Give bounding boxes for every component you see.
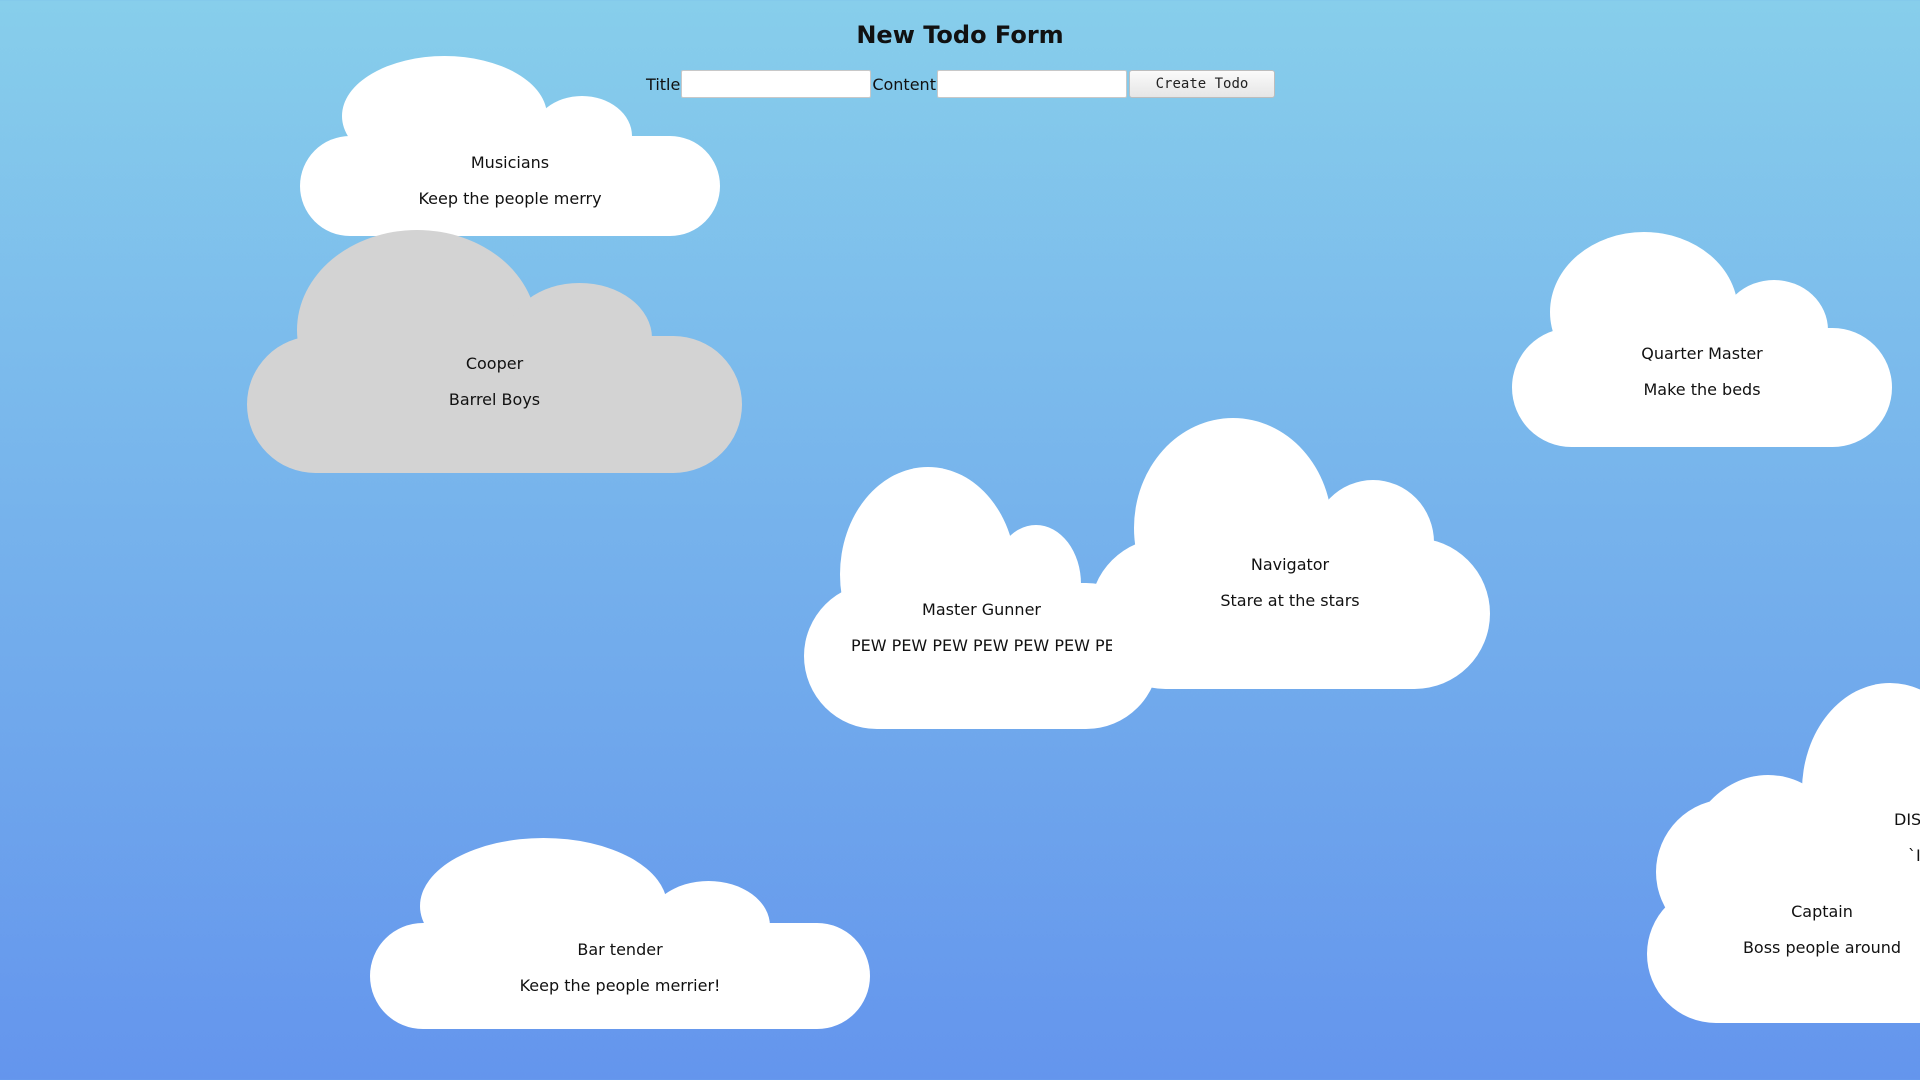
todo-cloud-quarter-master[interactable]: Quarter Master Make the beds: [1512, 232, 1892, 447]
todo-content: Make the beds: [1643, 380, 1761, 399]
content-input[interactable]: [936, 70, 1127, 98]
todo-content: PEW PEW PEW PEW PEW PEW PEW: [851, 636, 1112, 655]
todo-content: Keep the people merrier!: [519, 976, 721, 995]
todo-title: Captain: [1791, 902, 1853, 921]
todo-cloud-musicians[interactable]: Musicians Keep the people merry: [300, 56, 720, 236]
todo-cloud-captain[interactable]: Captain Boss people around: [1647, 775, 1920, 1023]
todo-cloud-cooper[interactable]: Cooper Barrel Boys: [247, 230, 742, 473]
todo-title: Musicians: [470, 153, 550, 172]
form-header: New Todo Form: [0, 0, 1920, 50]
todo-content: Boss people around: [1742, 938, 1902, 957]
content-label: Content: [872, 74, 936, 94]
todo-content: Barrel Boys: [448, 390, 541, 409]
new-todo-form: Title Content Create Todo: [0, 70, 1920, 98]
todo-title: Master Gunner: [922, 600, 1041, 619]
todo-content: Keep the people merry: [418, 189, 602, 208]
todo-cloud-master-gunner[interactable]: Master Gunner PEW PEW PEW PEW PEW PEW PE…: [804, 467, 1159, 729]
todo-title: Bar tender: [577, 940, 663, 959]
todo-title: Cooper: [465, 354, 524, 373]
todo-title: Quarter Master: [1641, 344, 1763, 363]
page-title: New Todo Form: [856, 21, 1064, 49]
create-todo-button[interactable]: Create Todo: [1128, 70, 1275, 98]
todo-cloud-bar-tender[interactable]: Bar tender Keep the people merrier!: [370, 838, 870, 1029]
